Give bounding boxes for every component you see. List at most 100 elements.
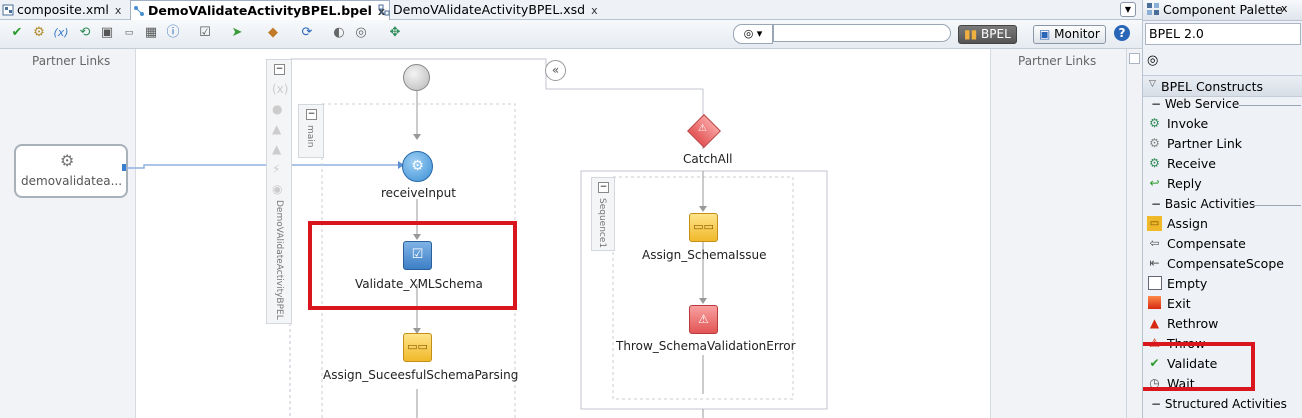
deploy-icon[interactable]: ➤ [228, 24, 246, 42]
tab-label: DemoVAlidateActivityBPEL.xsd [393, 2, 586, 17]
variables-strip-icon[interactable]: (x) [272, 82, 288, 96]
palette-item-assign[interactable]: Assign [1167, 216, 1208, 231]
settings-gear-icon[interactable]: ⚙ [30, 24, 48, 42]
process-name-label: DemoVAlidateActivityBPEL [274, 200, 284, 320]
monitor-icon: ▣ [1039, 27, 1051, 41]
assign-success-icon[interactable]: ▭▭ [403, 333, 432, 362]
palette-item-reply[interactable]: Reply [1167, 176, 1202, 191]
palette-item-rethrow[interactable]: Rethrow [1167, 316, 1218, 331]
bpel-file-icon [133, 3, 145, 16]
rethrow-icon: ▲ [1149, 316, 1160, 330]
correlation-strip-icon[interactable]: ● [272, 102, 282, 116]
structured-activities-section[interactable]: − Structured Activities [1151, 397, 1287, 411]
termination-strip-icon[interactable]: ◉ [272, 182, 282, 196]
collapse-sequence-icon[interactable]: − [598, 182, 609, 193]
monitor-mode-label: Monitor [1054, 27, 1100, 41]
palette-item-receive[interactable]: Receive [1167, 156, 1216, 171]
palette-icon [1147, 3, 1159, 15]
palette-search-binoculars-icon[interactable]: ◎ [1147, 53, 1158, 68]
tab-bpel[interactable]: DemoVAlidateActivityBPEL.bpel x [130, 0, 390, 20]
bpel-constructs-header[interactable]: ▽ BPEL Constructs [1143, 75, 1302, 97]
catchall-warning-icon: ⚠ [698, 123, 707, 134]
receive-activity-icon[interactable]: ⚙ [402, 151, 433, 182]
assign-success-label[interactable]: Assign_SuceesfulSchemaParsing [323, 368, 518, 382]
bpel-mode-icon: ▮▮ [964, 27, 978, 41]
section-divider [1239, 105, 1301, 106]
palette-close-icon[interactable]: x [1281, 2, 1288, 15]
palette-item-compensate[interactable]: Compensate [1167, 236, 1246, 251]
toolbar: ✔ ⚙ (x) ⟲ ▣ ▭ ▦ ⓘ ☑ ➤ ◆ ⟳ ◐ ◎ ✥ ◎ ▾ ▮▮ B… [0, 20, 1142, 49]
palette-header: Component Palette x [1143, 0, 1302, 21]
help-icon[interactable]: ? [1114, 25, 1130, 41]
editor-tab-bar: composite.xml x DemoVAlidateActivityBPEL.… [0, 0, 1142, 20]
compensation-strip-icon[interactable]: ▲ [272, 142, 281, 156]
palette-item-exit[interactable]: Exit [1167, 296, 1191, 311]
bpel-constructs-label: BPEL Constructs [1161, 79, 1264, 94]
palette-item-invoke[interactable]: Invoke [1167, 116, 1208, 131]
sequence-strip: − Sequence1 [591, 177, 615, 251]
collapse-main-icon[interactable]: − [306, 109, 317, 120]
collapse-process-icon[interactable]: − [274, 64, 285, 75]
flow-connectors [122, 58, 828, 418]
properties-icon[interactable]: ▦ [142, 24, 160, 42]
receive-activity-label[interactable]: receiveInput [381, 186, 456, 200]
event-strip-icon[interactable]: ⚡ [272, 162, 280, 176]
variables-icon[interactable]: (x) [52, 24, 70, 42]
search-binoculars-dropdown[interactable]: ◎ ▾ [733, 24, 773, 44]
empty-icon [1148, 276, 1162, 290]
invoke-icon: ⚙ [1149, 116, 1160, 130]
basic-activities-label: Basic Activities [1164, 197, 1256, 211]
xml-icon[interactable]: ▭ [120, 24, 138, 42]
xsd-file-icon [378, 2, 390, 16]
assign-issue-icon[interactable]: ▭▭ [689, 213, 718, 242]
sync-icon[interactable]: ⟳ [298, 24, 316, 42]
schema-icon[interactable]: ▣ [98, 24, 116, 42]
tab-composite[interactable]: composite.xml x [2, 0, 121, 19]
binoculars-tool-icon[interactable]: ◎ [352, 24, 370, 42]
partner-link-icon: ⚙ [1149, 136, 1160, 150]
catch-strip-icon[interactable]: ▲ [272, 122, 281, 136]
assign-issue-label[interactable]: Assign_SchemaIssue [642, 248, 767, 262]
info-icon[interactable]: ⓘ [164, 24, 182, 42]
tab-label: composite.xml [17, 2, 109, 17]
checklist-icon[interactable]: ☑ [196, 24, 214, 42]
assign-icon: ▭ [1147, 216, 1162, 231]
catchall-label[interactable]: CatchAll [683, 152, 733, 166]
process-side-strip: − (x) ● ▲ ▲ ⚡ ◉ DemoVAlidateActivityBPEL [266, 59, 292, 324]
start-node[interactable] [403, 64, 430, 91]
receive-icon: ⚙ [1149, 156, 1160, 170]
palette-item-partner-link[interactable]: Partner Link [1167, 136, 1242, 151]
bpel-mode-button[interactable]: ▮▮ BPEL [958, 25, 1017, 44]
search-input[interactable] [773, 24, 951, 42]
bpel-mode-label: BPEL [981, 27, 1011, 41]
sequence-label: Sequence1 [597, 198, 607, 249]
tab-close-icon[interactable]: x [591, 4, 598, 17]
zoom-out-icon[interactable]: ◐ [330, 24, 348, 42]
tab-list-dropdown[interactable]: ▼ [1120, 2, 1136, 17]
basic-activities-section[interactable]: − Basic Activities [1151, 197, 1255, 211]
palette-item-compensate-scope[interactable]: CompensateScope [1167, 256, 1284, 271]
composite-file-icon [2, 2, 14, 16]
main-scope-strip: − main [298, 104, 324, 158]
throw-activity-label[interactable]: Throw_SchemaValidationError [616, 339, 796, 353]
monitor-mode-button[interactable]: ▣ Monitor [1033, 25, 1106, 44]
bucket-icon[interactable]: ◆ [264, 24, 282, 42]
palette-item-empty[interactable]: Empty [1167, 276, 1207, 291]
tab-close-icon[interactable]: x [115, 4, 122, 17]
palette-title: Component Palette [1163, 2, 1283, 17]
collapse-catch-icon[interactable]: « [545, 60, 566, 81]
library-select[interactable]: BPEL 2.0 [1145, 23, 1301, 45]
web-service-section[interactable]: − Web Service [1151, 97, 1239, 111]
section-divider [1253, 205, 1301, 206]
component-palette: Component Palette x BPEL 2.0 ◎ ▽ BPEL Co… [1142, 0, 1302, 418]
validate-check-icon[interactable]: ✔ [8, 24, 26, 42]
web-service-collapse-icon: − [1151, 97, 1162, 111]
tab-xsd[interactable]: DemoVAlidateActivityBPEL.xsd x [378, 0, 598, 19]
tab-label: DemoVAlidateActivityBPEL.bpel [148, 3, 372, 18]
correlation-icon[interactable]: ⟲ [76, 24, 94, 42]
canvas-vertical-scrollbar[interactable] [1126, 49, 1141, 418]
scrollbar-thumb[interactable] [1129, 53, 1140, 64]
structured-collapse-icon: − [1151, 397, 1162, 411]
throw-activity-icon[interactable]: ⚠ [689, 305, 718, 334]
expand-icon[interactable]: ✥ [386, 24, 404, 42]
